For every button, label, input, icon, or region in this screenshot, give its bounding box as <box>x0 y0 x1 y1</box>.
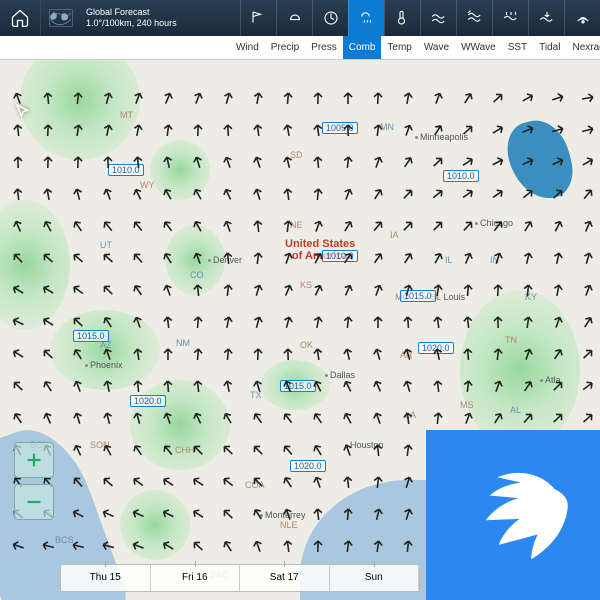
state-label: KS <box>300 280 312 290</box>
tool-icon-sst[interactable] <box>492 0 528 36</box>
tool-icon-press[interactable] <box>312 0 348 36</box>
city-label: Houston <box>345 440 384 450</box>
state-label: IA <box>390 230 399 240</box>
tool-icon-precip[interactable] <box>276 0 312 36</box>
state-label: SD <box>290 150 303 160</box>
tab-sst[interactable]: SST <box>502 36 533 59</box>
state-label: CHH <box>175 445 195 455</box>
tool-icon-wwave[interactable] <box>456 0 492 36</box>
tab-temp[interactable]: Temp <box>381 36 417 59</box>
tab-tidal[interactable]: Tidal <box>533 36 566 59</box>
tool-icon-wind[interactable] <box>240 0 276 36</box>
isobar-label: 1015.0 <box>400 290 436 302</box>
city-label: Phoenix <box>85 360 123 370</box>
tab-comb[interactable]: Comb <box>343 36 382 59</box>
isobar-label: 1010.0 <box>108 164 144 176</box>
tool-icon-comb[interactable] <box>348 0 384 36</box>
isobar-label: 1005.0 <box>322 122 358 134</box>
state-label: COA <box>245 480 265 490</box>
tool-icon-temp[interactable] <box>384 0 420 36</box>
state-label: KY <box>525 292 537 302</box>
map-canvas[interactable]: United Statesof America MTWYUTCOAZNMTXOK… <box>0 60 600 600</box>
state-label: NE <box>290 220 303 230</box>
state-label: SON <box>90 440 110 450</box>
state-label: TX <box>250 390 262 400</box>
forecast-detail: 1.0°/100km, 240 hours <box>86 18 177 29</box>
precip-blob <box>0 200 70 330</box>
forecast-info: Global Forecast 1.0°/100km, 240 hours <box>80 7 183 29</box>
state-label: MT <box>120 110 133 120</box>
precip-blob <box>150 140 210 200</box>
tab-press[interactable]: Press <box>305 36 343 59</box>
precip-blob <box>130 380 230 470</box>
zoom-controls <box>14 442 54 520</box>
city-label: Dallas <box>325 370 355 380</box>
state-label: CO <box>190 270 204 280</box>
state-label: MS <box>460 400 474 410</box>
app-logo <box>426 430 600 600</box>
isobar-label: 1015.0 <box>280 380 316 392</box>
state-label: MN <box>380 122 394 132</box>
state-label: AL <box>510 405 521 415</box>
cursor-icon <box>14 102 32 125</box>
state-label: TN <box>505 335 517 345</box>
city-label: Minneapolis <box>415 132 468 142</box>
tool-icon-nexrad[interactable] <box>564 0 600 36</box>
isobar-label: 1020.0 <box>418 342 454 354</box>
state-label: OK <box>300 340 313 350</box>
tool-icon-tidal[interactable] <box>528 0 564 36</box>
precip-blob <box>460 290 580 450</box>
tool-icon-wave[interactable] <box>420 0 456 36</box>
tab-wind[interactable]: Wind <box>230 36 265 59</box>
timeline-day[interactable]: Fri 16 <box>151 565 241 591</box>
isobar-label: 1020.0 <box>290 460 326 472</box>
city-label: Denver <box>208 255 242 265</box>
precip-blob <box>120 490 190 560</box>
city-label: Atla <box>540 375 561 385</box>
zoom-in-button[interactable] <box>14 442 54 478</box>
state-label: IN <box>490 255 499 265</box>
precip-blob <box>50 310 160 390</box>
tab-precip[interactable]: Precip <box>265 36 305 59</box>
timeline[interactable]: Thu 15Fri 16Sat 17Sun <box>60 564 420 592</box>
isobar-label: 1015.0 <box>73 330 109 342</box>
layer-tabs: WindPrecipPressCombTempWaveWWaveSSTTidal… <box>0 36 600 60</box>
state-label: AR <box>400 350 413 360</box>
timeline-day[interactable]: Sat 17 <box>240 565 330 591</box>
timeline-day[interactable]: Thu 15 <box>61 565 151 591</box>
region-selector[interactable] <box>40 0 80 36</box>
state-label: WY <box>140 180 155 190</box>
tab-wave[interactable]: Wave <box>418 36 455 59</box>
home-button[interactable] <box>0 0 40 36</box>
city-label: Monterrey <box>260 510 306 520</box>
city-label: Chicago <box>475 218 513 228</box>
lake-michigan <box>501 114 580 207</box>
zoom-out-button[interactable] <box>14 484 54 520</box>
tab-nexrad[interactable]: Nexrad <box>566 36 600 59</box>
isobar-label: 1010.0 <box>322 250 358 262</box>
forecast-title: Global Forecast <box>86 7 177 18</box>
timeline-day[interactable]: Sun <box>330 565 420 591</box>
state-label: NM <box>176 338 190 348</box>
state-label: UT <box>100 240 112 250</box>
state-label: LA <box>405 410 416 420</box>
isobar-label: 1020.0 <box>130 395 166 407</box>
state-label: BCS <box>55 535 74 545</box>
tab-wwave[interactable]: WWave <box>455 36 502 59</box>
state-label: NLE <box>280 520 298 530</box>
isobar-label: 1010.0 <box>443 170 479 182</box>
state-label: IL <box>445 255 453 265</box>
